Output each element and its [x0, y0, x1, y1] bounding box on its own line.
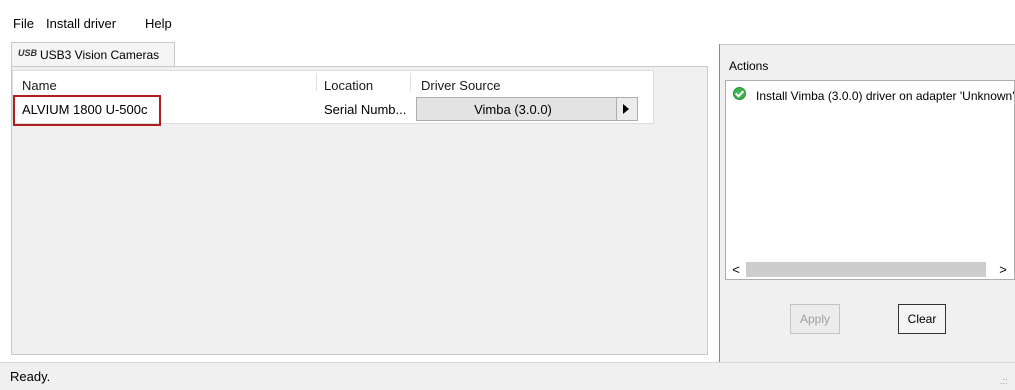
driver-source-value: Vimba (3.0.0)	[474, 102, 552, 117]
column-divider[interactable]	[410, 73, 411, 91]
scrollbar-thumb[interactable]	[746, 262, 986, 277]
column-header-name[interactable]: Name	[22, 78, 57, 93]
menu-help[interactable]: Help	[145, 16, 172, 31]
tab-usb3-vision-cameras[interactable]: USB USB3 Vision Cameras	[11, 42, 175, 66]
actions-title: Actions	[729, 59, 769, 73]
tab-label: USB3 Vision Cameras	[40, 48, 160, 62]
resize-grip-icon[interactable]: .::	[1000, 376, 1008, 386]
scroll-left-icon[interactable]: <	[728, 262, 744, 278]
check-circle-icon	[733, 87, 746, 100]
menu-install-driver[interactable]: Install driver	[46, 16, 116, 31]
menu-file[interactable]: File	[13, 16, 34, 31]
cell-location[interactable]: Serial Numb...	[324, 102, 406, 117]
status-bar	[0, 362, 1015, 390]
status-text: Ready.	[10, 369, 51, 384]
chevron-right-icon[interactable]	[616, 98, 637, 120]
driver-source-select[interactable]: Vimba (3.0.0)	[416, 97, 638, 121]
scroll-right-icon[interactable]: >	[995, 262, 1011, 278]
apply-button[interactable]: Apply	[790, 304, 840, 334]
column-header-driver-source[interactable]: Driver Source	[421, 78, 500, 93]
action-item-text[interactable]: Install Vimba (3.0.0) driver on adapter …	[756, 89, 1015, 103]
menu-bar: File Install driver Help	[0, 12, 1015, 36]
clear-button[interactable]: Clear	[898, 304, 946, 334]
usb-icon: USB	[18, 48, 38, 58]
actions-list	[725, 80, 1015, 280]
column-divider[interactable]	[316, 73, 317, 91]
column-header-location[interactable]: Location	[324, 78, 373, 93]
highlight-camera-name	[13, 95, 161, 126]
